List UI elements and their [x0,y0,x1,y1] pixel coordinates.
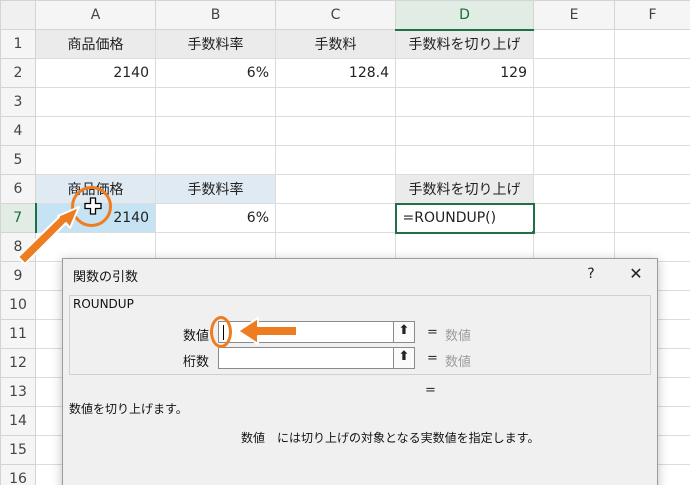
dialog-titlebar[interactable]: 関数の引数 ? ✕ [63,259,657,291]
column-header-b[interactable]: B [155,0,276,30]
cell-d6[interactable]: 手数料を切り上げ [395,174,534,204]
active-cell-d7[interactable]: =ROUNDUP() [394,202,535,234]
highlight-circle-a7 [71,186,112,227]
cell-c6[interactable] [275,174,396,204]
number-input[interactable] [218,321,414,343]
arg-eq-digits: = [427,351,438,366]
cell-a2[interactable]: 2140 [35,58,156,88]
cell-c1[interactable]: 手数料 [275,29,396,59]
cell[interactable] [395,116,534,146]
help-icon[interactable]: ? [581,263,601,285]
cell-b6[interactable]: 手数料率 [155,174,276,204]
row-header[interactable]: 16 [0,464,36,485]
collapse-dialog-icon[interactable]: ⬆ [393,347,415,369]
fill-handle[interactable] [530,229,532,231]
row-header[interactable]: 15 [0,435,36,465]
row-header[interactable]: 2 [0,58,36,88]
function-arguments-dialog[interactable]: 関数の引数 ? ✕ ROUNDUP 数値 ⬆ = 数値 桁数 ⬆ = 数値 = … [62,258,658,485]
row-header[interactable]: 11 [0,319,36,349]
cell[interactable] [614,174,690,204]
cell[interactable] [395,145,534,175]
cell[interactable] [614,29,690,59]
cell-d1[interactable]: 手数料を切り上げ [395,29,534,59]
cell[interactable] [533,145,615,175]
column-header-e[interactable]: E [533,0,615,30]
cell[interactable] [533,174,615,204]
cell[interactable] [155,145,276,175]
row-header[interactable]: 13 [0,377,36,407]
cell[interactable] [614,145,690,175]
collapse-dialog-icon[interactable]: ⬆ [393,321,415,343]
cell-c7[interactable] [275,203,396,233]
row-header-selected[interactable]: 7 [0,203,37,233]
arg-eq-number: = [427,325,438,340]
cell[interactable] [275,116,396,146]
row-header[interactable]: 10 [0,290,36,320]
function-name: ROUNDUP [73,297,134,311]
row-header[interactable]: 1 [0,29,36,59]
cell-d2[interactable]: 129 [395,58,534,88]
cell-b2[interactable]: 6% [155,58,276,88]
highlight-circle-input [210,316,232,348]
cell[interactable] [275,87,396,117]
cell-a1[interactable]: 商品価格 [35,29,156,59]
cell[interactable] [614,116,690,146]
row-header[interactable]: 6 [0,174,36,204]
formula-result-eq: = [425,383,436,398]
column-header-d[interactable]: D [395,0,534,31]
cell[interactable] [35,145,156,175]
cell[interactable] [395,87,534,117]
digits-input[interactable] [218,347,414,369]
cell[interactable] [35,87,156,117]
cell[interactable] [155,116,276,146]
row-header[interactable]: 4 [0,116,36,146]
column-header-f[interactable]: F [614,0,690,30]
cell-b7[interactable]: 6% [155,203,276,233]
row-header[interactable]: 14 [0,406,36,436]
row-header[interactable]: 8 [0,232,36,262]
cell[interactable] [155,87,276,117]
cell-c2[interactable]: 128.4 [275,58,396,88]
arg-label-digits: 桁数 [183,355,210,370]
arg-result-digits: 数値 [445,355,472,370]
row-header[interactable]: 5 [0,145,36,175]
column-header-a[interactable]: A [35,0,156,30]
column-header-c[interactable]: C [275,0,396,30]
arg-result-number: 数値 [445,329,472,344]
dialog-title: 関数の引数 [73,270,139,285]
row-header[interactable]: 9 [0,261,36,291]
cell[interactable] [614,58,690,88]
cell[interactable] [533,29,615,59]
argument-help-text: 数値 には切り上げの対象となる実数値を指定します。 [241,431,540,445]
row-header[interactable]: 3 [0,87,36,117]
cell[interactable] [614,87,690,117]
select-all-corner[interactable] [0,0,36,30]
cell[interactable] [533,203,615,233]
function-description: 数値を切り上げます。 [69,402,188,416]
cell[interactable] [533,58,615,88]
cell[interactable] [614,203,690,233]
cell[interactable] [35,116,156,146]
close-icon[interactable]: ✕ [625,263,647,285]
arg-label-number: 数値 [183,329,210,344]
cell[interactable] [275,145,396,175]
cell[interactable] [533,87,615,117]
cell-b1[interactable]: 手数料率 [155,29,276,59]
cell[interactable] [533,116,615,146]
formula-text: =ROUNDUP() [402,210,497,226]
row-header[interactable]: 12 [0,348,36,378]
